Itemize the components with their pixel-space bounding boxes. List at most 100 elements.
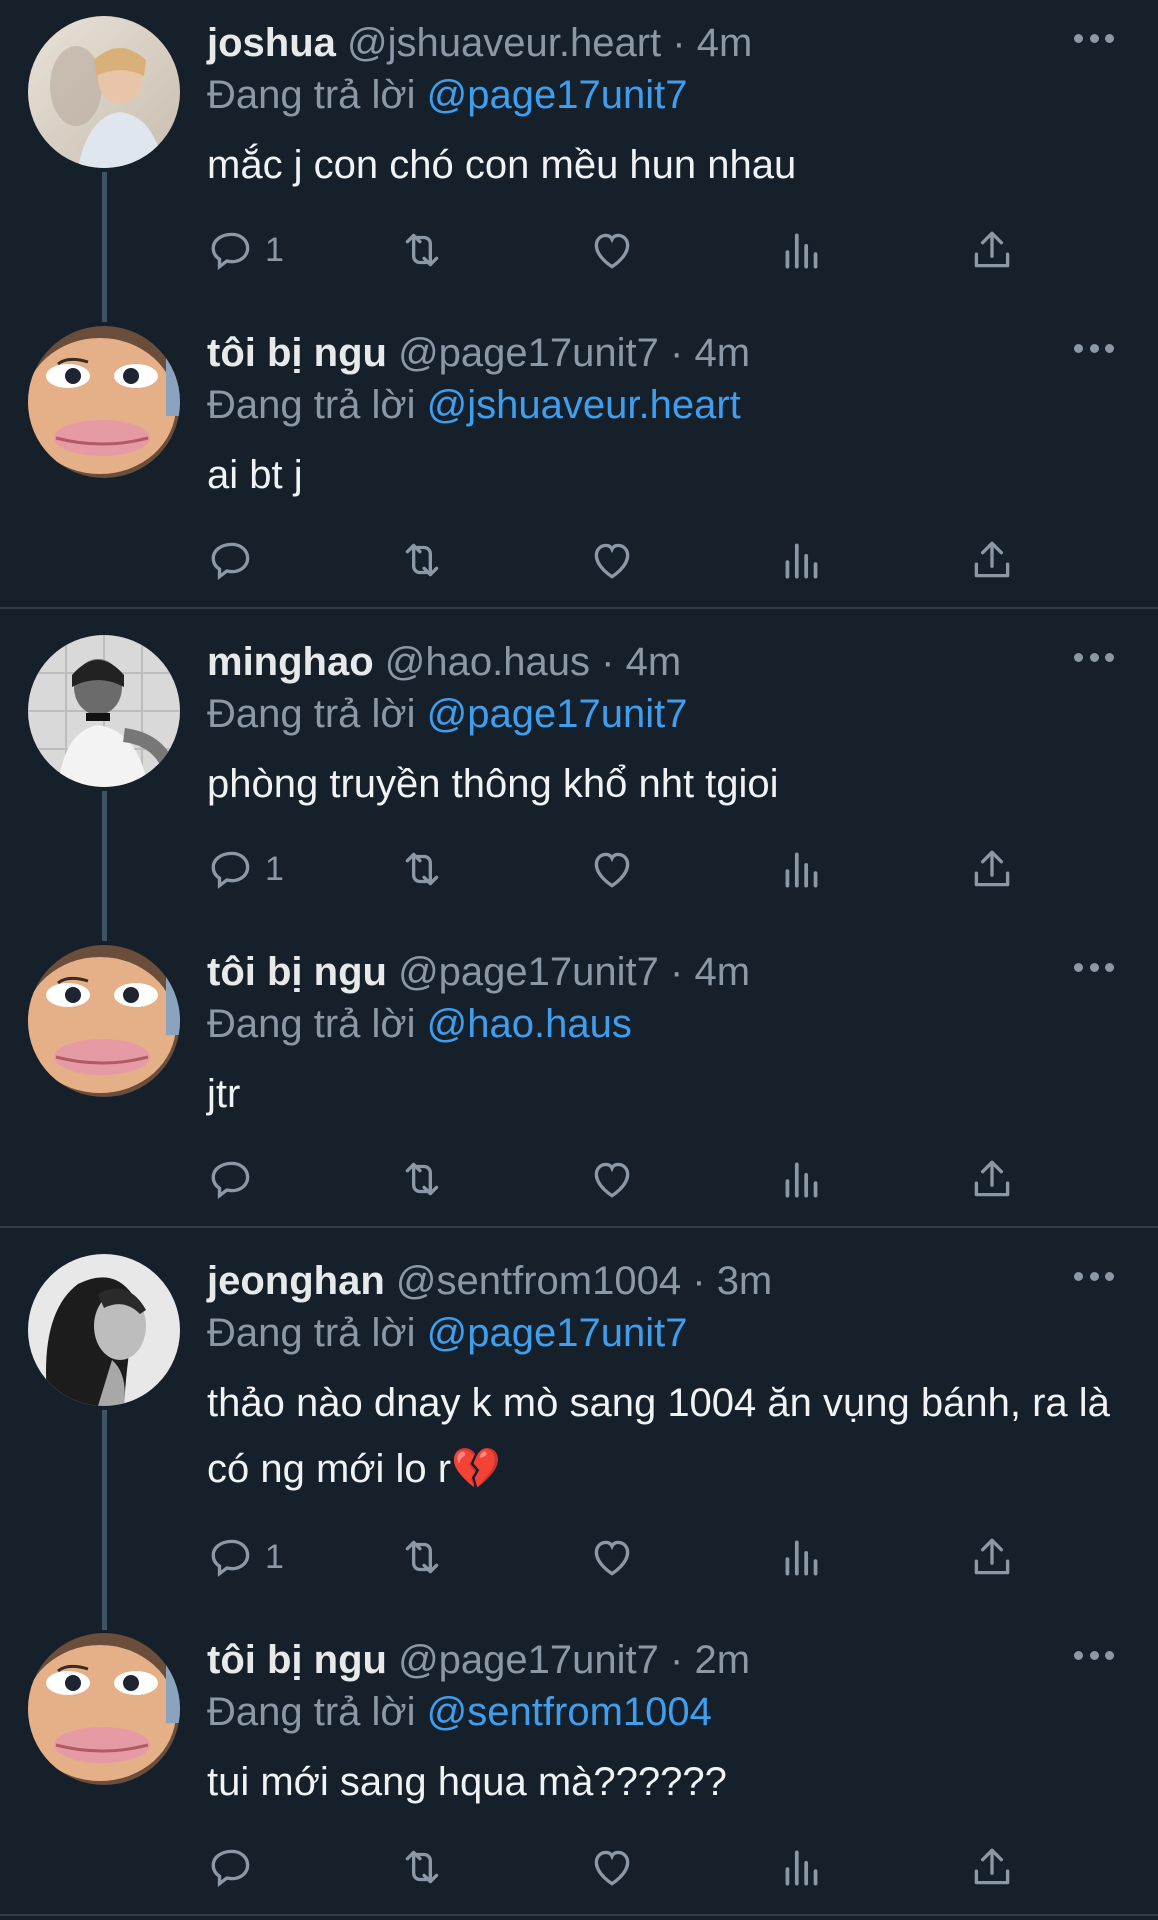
share-button[interactable] bbox=[967, 1151, 1017, 1207]
replying-label: Đang trả lời bbox=[207, 692, 416, 736]
views-button[interactable] bbox=[777, 1529, 827, 1585]
action-bar bbox=[207, 532, 1047, 588]
more-icon[interactable] bbox=[1074, 651, 1114, 663]
avatar[interactable] bbox=[28, 1633, 180, 1785]
like-button[interactable] bbox=[587, 841, 637, 897]
reply-button[interactable]: 1 bbox=[207, 222, 284, 278]
display-name[interactable]: jeonghan bbox=[207, 1259, 385, 1303]
like-button[interactable] bbox=[587, 1529, 637, 1585]
like-button[interactable] bbox=[587, 1151, 637, 1207]
views-button[interactable] bbox=[777, 532, 827, 588]
timestamp[interactable]: 4m bbox=[694, 331, 750, 375]
replying-label: Đang trả lời bbox=[207, 1002, 416, 1046]
mention-link[interactable]: @page17unit7 bbox=[427, 1311, 688, 1355]
views-icon bbox=[785, 233, 818, 269]
user-handle[interactable]: @hao.haus bbox=[385, 640, 590, 684]
views-icon bbox=[785, 1540, 818, 1576]
mention-link[interactable]: @page17unit7 bbox=[427, 692, 688, 736]
retweet-button[interactable] bbox=[397, 222, 447, 278]
mention-link[interactable]: @sentfrom1004 bbox=[427, 1690, 712, 1734]
share-button[interactable] bbox=[967, 532, 1017, 588]
timestamp[interactable]: 3m bbox=[717, 1259, 773, 1303]
action-bar bbox=[207, 1839, 1047, 1895]
user-handle[interactable]: @page17unit7 bbox=[398, 950, 659, 994]
timestamp[interactable]: 2m bbox=[694, 1638, 750, 1682]
mention-link[interactable]: @page17unit7 bbox=[427, 73, 688, 117]
avatar[interactable] bbox=[28, 326, 180, 478]
replying-label: Đang trả lời bbox=[207, 73, 416, 117]
like-button[interactable] bbox=[587, 532, 637, 588]
tweet[interactable]: jeonghan @sentfrom1004 · 3m Đang trả lời… bbox=[0, 1238, 1158, 1630]
more-icon[interactable] bbox=[1074, 961, 1114, 973]
reply-icon bbox=[211, 1161, 250, 1200]
tweet[interactable]: minghao @hao.haus · 4m Đang trả lời @pag… bbox=[0, 619, 1158, 941]
timestamp[interactable]: 4m bbox=[626, 640, 682, 684]
thread-divider bbox=[0, 607, 1158, 609]
tweet[interactable]: tôi bị ngu @page17unit7 · 2m Đang trả lờ… bbox=[0, 1617, 1158, 1915]
reply-button[interactable] bbox=[207, 1839, 265, 1895]
like-button[interactable] bbox=[587, 1839, 637, 1895]
display-name[interactable]: tôi bị ngu bbox=[207, 1638, 387, 1682]
reply-icon bbox=[211, 232, 250, 271]
reply-button[interactable]: 1 bbox=[207, 1529, 284, 1585]
tweet-header: joshua @jshuaveur.heart · 4m bbox=[207, 18, 1078, 68]
tweet[interactable]: tôi bị ngu @page17unit7 · 4m Đang trả lờ… bbox=[0, 929, 1158, 1227]
more-icon[interactable] bbox=[1074, 1270, 1114, 1282]
mention-link[interactable]: @jshuaveur.heart bbox=[427, 383, 741, 427]
share-button[interactable] bbox=[967, 222, 1017, 278]
retweet-button[interactable] bbox=[397, 532, 447, 588]
heart-icon bbox=[594, 233, 630, 269]
retweet-button[interactable] bbox=[397, 841, 447, 897]
views-button[interactable] bbox=[777, 841, 827, 897]
user-handle[interactable]: @page17unit7 bbox=[398, 1638, 659, 1682]
separator-dot: · bbox=[670, 331, 684, 375]
user-handle[interactable]: @sentfrom1004 bbox=[396, 1259, 681, 1303]
share-button[interactable] bbox=[967, 1839, 1017, 1895]
more-icon[interactable] bbox=[1074, 1649, 1114, 1661]
views-button[interactable] bbox=[777, 1151, 827, 1207]
separator-dot: · bbox=[670, 950, 684, 994]
more-icon[interactable] bbox=[1074, 342, 1114, 354]
share-button[interactable] bbox=[967, 1529, 1017, 1585]
reply-button[interactable]: 1 bbox=[207, 841, 284, 897]
display-name[interactable]: joshua bbox=[207, 21, 336, 65]
reply-icon bbox=[211, 851, 250, 890]
tweet[interactable]: tôi bị ngu @page17unit7 · 4m Đang trả lờ… bbox=[0, 310, 1158, 608]
heart-icon bbox=[594, 1540, 630, 1576]
share-button[interactable] bbox=[967, 841, 1017, 897]
more-icon[interactable] bbox=[1074, 32, 1114, 44]
reply-button[interactable] bbox=[207, 532, 265, 588]
tweet[interactable]: joshua @jshuaveur.heart · 4m Đang trả lờ… bbox=[0, 0, 1158, 322]
avatar[interactable] bbox=[28, 635, 180, 787]
user-handle[interactable]: @page17unit7 bbox=[398, 331, 659, 375]
views-button[interactable] bbox=[777, 1839, 827, 1895]
replying-to: Đang trả lời @page17unit7 bbox=[207, 1308, 688, 1358]
display-name[interactable]: tôi bị ngu bbox=[207, 950, 387, 994]
mention-link[interactable]: @hao.haus bbox=[427, 1002, 632, 1046]
tweet-text: mắc j con chó con mều hun nhau bbox=[207, 143, 797, 187]
avatar[interactable] bbox=[28, 16, 180, 168]
tweet-header: tôi bị ngu @page17unit7 · 4m bbox=[207, 328, 1078, 378]
share-icon bbox=[974, 1538, 1010, 1575]
like-button[interactable] bbox=[587, 222, 637, 278]
timestamp[interactable]: 4m bbox=[697, 21, 753, 65]
timestamp[interactable]: 4m bbox=[694, 950, 750, 994]
views-icon bbox=[785, 852, 818, 888]
retweet-button[interactable] bbox=[397, 1529, 447, 1585]
tweet-header: tôi bị ngu @page17unit7 · 2m bbox=[207, 1635, 1078, 1685]
retweet-button[interactable] bbox=[397, 1839, 447, 1895]
avatar[interactable] bbox=[28, 1254, 180, 1406]
separator-dot: · bbox=[670, 1638, 684, 1682]
display-name[interactable]: tôi bị ngu bbox=[207, 331, 387, 375]
action-bar bbox=[207, 1151, 1047, 1207]
thread-line bbox=[102, 1410, 107, 1630]
retweet-button[interactable] bbox=[397, 1151, 447, 1207]
user-handle[interactable]: @jshuaveur.heart bbox=[347, 21, 661, 65]
avatar[interactable] bbox=[28, 945, 180, 1097]
reply-button[interactable] bbox=[207, 1151, 265, 1207]
share-icon bbox=[974, 231, 1010, 268]
tweet-text: phòng truyền thông khổ nht tgioi bbox=[207, 762, 779, 806]
display-name[interactable]: minghao bbox=[207, 640, 374, 684]
views-button[interactable] bbox=[777, 222, 827, 278]
tweet-header: jeonghan @sentfrom1004 · 3m bbox=[207, 1256, 1078, 1306]
